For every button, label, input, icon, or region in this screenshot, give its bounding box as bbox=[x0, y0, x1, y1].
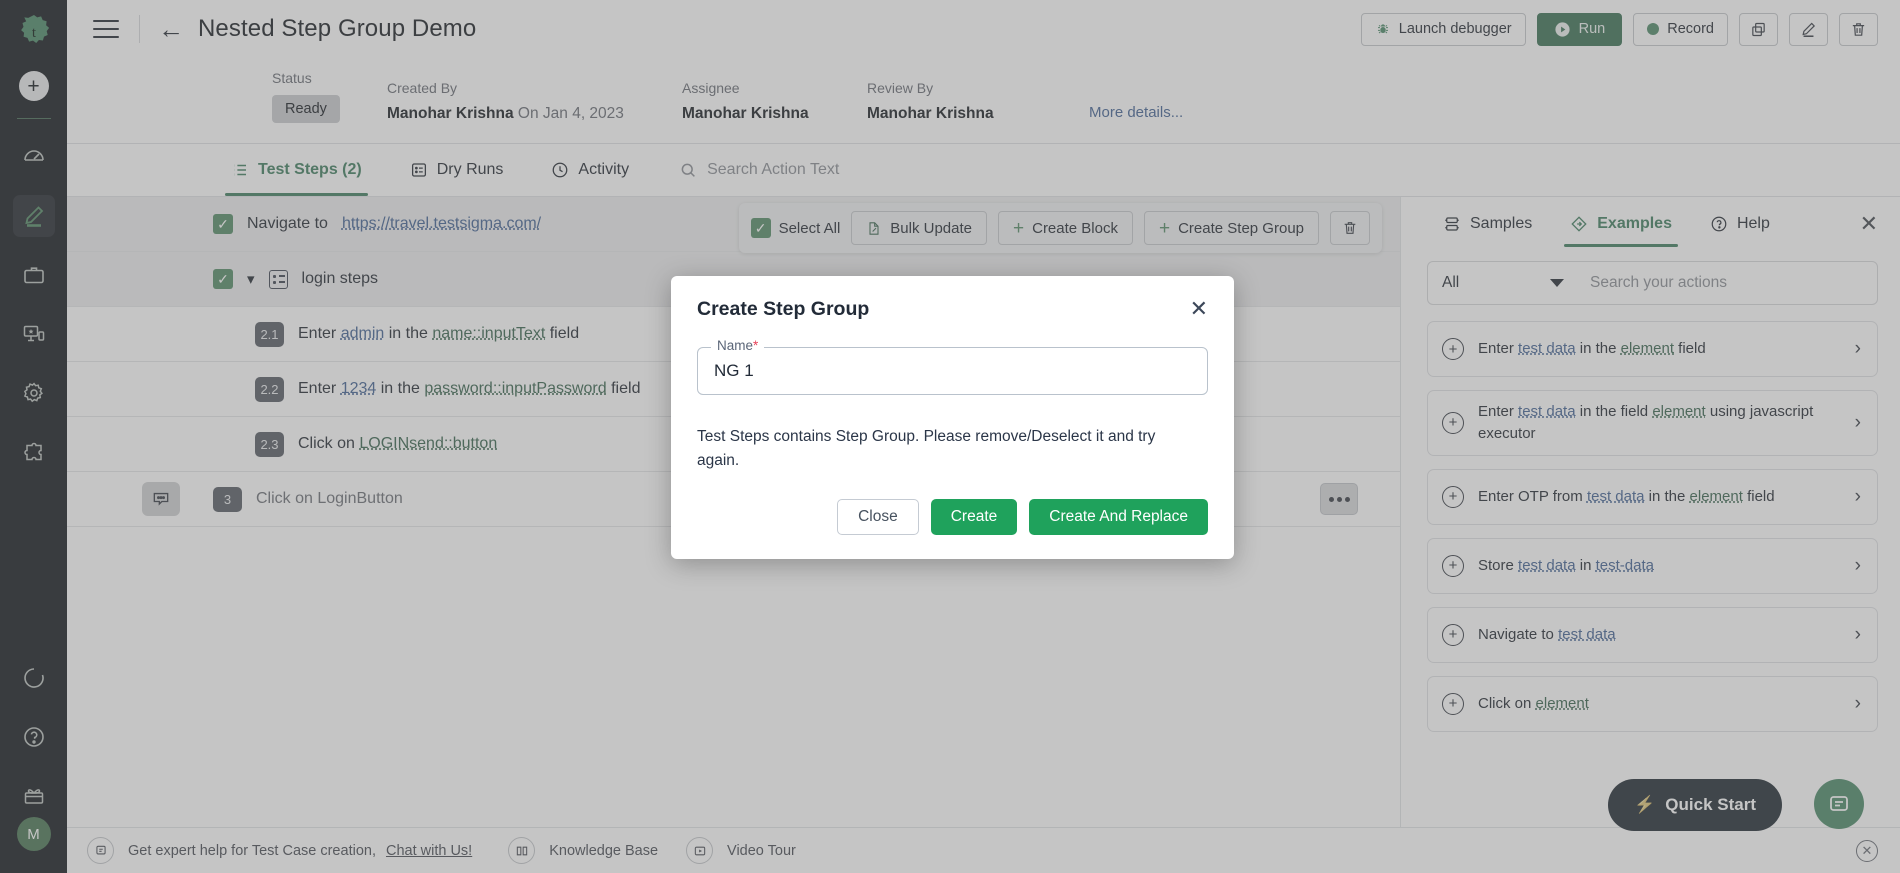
create-step-group-dialog: Create Step Group ✕ Name* NG 1 Test Step… bbox=[671, 276, 1234, 560]
app-root: t + M ← Nested Step Group Demo Launch de… bbox=[0, 0, 1900, 873]
modal-overlay: Create Step Group ✕ Name* NG 1 Test Step… bbox=[0, 0, 1900, 873]
modal-title: Create Step Group bbox=[697, 298, 870, 320]
modal-message: Test Steps contains Step Group. Please r… bbox=[697, 428, 1156, 470]
close-icon[interactable]: ✕ bbox=[1190, 298, 1208, 320]
name-input[interactable]: NG 1 bbox=[697, 347, 1208, 395]
name-field-wrap: Name* NG 1 bbox=[697, 338, 1208, 395]
name-label-text: Name bbox=[717, 338, 754, 353]
modal-header: Create Step Group ✕ bbox=[697, 298, 1208, 321]
create-button[interactable]: Create bbox=[930, 499, 1018, 536]
close-button[interactable]: Close bbox=[837, 499, 919, 536]
name-field-label: Name* bbox=[711, 338, 765, 353]
modal-actions: Close Create Create And Replace bbox=[697, 499, 1208, 536]
required-asterisk: * bbox=[753, 338, 759, 353]
create-and-replace-button[interactable]: Create And Replace bbox=[1029, 499, 1208, 536]
